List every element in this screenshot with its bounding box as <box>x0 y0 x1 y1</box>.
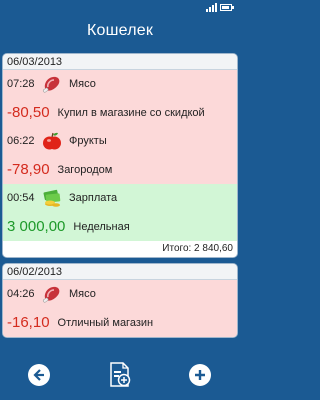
day-total: Итого: 2 840,60 <box>3 241 237 257</box>
category-label: Мясо <box>69 288 96 300</box>
transaction-note: Загородом <box>57 163 113 176</box>
category-label: Фрукты <box>69 135 107 147</box>
status-icons <box>206 2 234 12</box>
money-icon <box>41 187 63 209</box>
report-button[interactable] <box>108 362 132 388</box>
transaction-note: Недельная <box>73 220 130 233</box>
transaction-item[interactable]: 07:28 Мясо -80,50 Купил в магазине со ск… <box>3 70 237 127</box>
app-title: Кошелек <box>86 22 154 39</box>
transaction-time: 00:54 <box>7 192 35 204</box>
meat-icon <box>41 73 63 95</box>
transaction-amount: -80,50 <box>7 104 50 121</box>
transaction-time: 07:28 <box>7 78 35 90</box>
back-icon <box>33 369 44 381</box>
apple-icon <box>41 130 63 152</box>
day-group: 06/03/2013 07:28 Мясо -80,50 Купил в маг… <box>2 53 238 258</box>
category-label: Зарплата <box>69 192 118 204</box>
add-button[interactable] <box>189 364 211 386</box>
category-label: Мясо <box>69 78 96 90</box>
back-button[interactable] <box>28 364 50 386</box>
signal-icon <box>206 3 217 12</box>
transaction-note: Купил в магазине со скидкой <box>57 106 205 119</box>
day-date: 06/03/2013 <box>3 54 237 70</box>
transaction-time: 04:26 <box>7 288 35 300</box>
status-bar <box>0 0 240 14</box>
transaction-item[interactable]: 00:54 Зарплата 3 000,00 Недельная <box>3 184 237 241</box>
transaction-time: 06:22 <box>7 135 35 147</box>
transaction-item[interactable]: 04:26 Мясо -16,10 Отличный магазин <box>3 280 237 337</box>
battery-icon <box>220 4 234 11</box>
transaction-amount: 3 000,00 <box>7 218 66 235</box>
app-bar <box>0 350 240 400</box>
transaction-item[interactable]: 06:22 Фрукты -78,90 Загородом <box>3 127 237 184</box>
day-group: 06/02/2013 04:26 Мясо -16,10 Отличный ма… <box>2 263 238 338</box>
day-date: 06/02/2013 <box>3 264 237 280</box>
add-icon <box>195 370 205 380</box>
transaction-list[interactable]: 06/03/2013 07:28 Мясо -80,50 Купил в маг… <box>2 53 238 350</box>
transaction-amount: -16,10 <box>7 314 50 331</box>
meat-icon <box>41 283 63 305</box>
transaction-amount: -78,90 <box>7 161 50 178</box>
report-icon <box>110 362 131 387</box>
transaction-note: Отличный магазин <box>57 316 154 329</box>
